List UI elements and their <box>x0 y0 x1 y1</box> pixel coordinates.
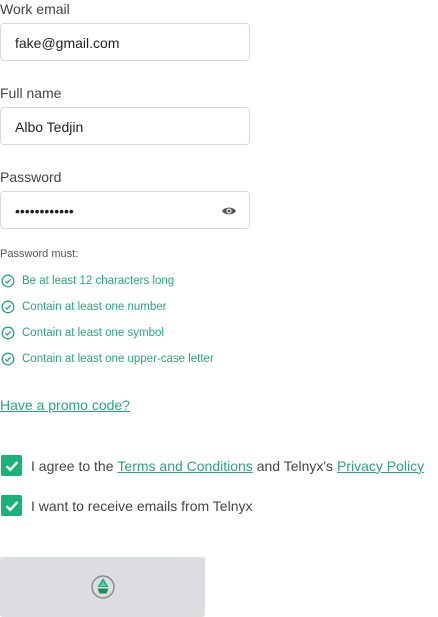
emails-checkbox[interactable] <box>1 495 22 516</box>
email-value: fake@gmail.com <box>15 35 120 51</box>
checkmark-icon <box>5 460 18 472</box>
password-rule: Be at least 12 characters long <box>0 273 174 289</box>
password-rule: Contain at least one symbol <box>0 325 164 341</box>
full-name-value: Albo Tedjin <box>15 119 84 135</box>
password-rule: Contain at least one number <box>0 299 166 315</box>
emails-optin-label: I want to receive emails from Telnyx <box>31 497 253 514</box>
password-value: •••••••••••• <box>15 203 74 219</box>
terms-agreement-row: I agree to the Terms and Conditions and … <box>1 455 424 476</box>
full-name-field[interactable]: Albo Tedjin <box>0 107 250 145</box>
email-label: Work email <box>0 1 70 17</box>
password-rule-text: Contain at least one upper-case letter <box>22 353 214 365</box>
check-circle-icon <box>1 352 15 366</box>
password-rule-text: Be at least 12 characters long <box>22 275 175 287</box>
terms-middle-text: and Telnyx's <box>252 457 337 474</box>
check-circle-icon <box>1 274 15 288</box>
full-name-label: Full name <box>0 85 62 101</box>
password-rule: Contain at least one upper-case letter <box>0 351 214 367</box>
password-rules-title: Password must: <box>0 248 79 260</box>
emails-optin-row: I want to receive emails from Telnyx <box>1 495 253 516</box>
email-field[interactable]: fake@gmail.com <box>0 23 250 61</box>
promo-code-link[interactable]: Have a promo code? <box>0 397 130 413</box>
check-circle-icon <box>1 326 15 340</box>
terms-and-conditions-link[interactable]: Terms and Conditions <box>117 458 252 474</box>
eye-icon[interactable] <box>221 204 237 218</box>
password-label: Password <box>0 169 62 185</box>
check-circle-icon <box>1 300 15 314</box>
password-rule-text: Contain at least one number <box>22 301 167 313</box>
terms-prefix-text: I agree to the <box>31 457 118 474</box>
terms-checkbox[interactable] <box>1 455 22 476</box>
checkmark-icon <box>5 500 18 512</box>
password-rule-text: Contain at least one symbol <box>22 327 164 339</box>
telnyx-loading-icon <box>90 575 115 599</box>
submit-button[interactable] <box>0 557 205 617</box>
privacy-policy-link[interactable]: Privacy Policy <box>337 458 424 474</box>
password-field[interactable]: •••••••••••• <box>0 191 250 229</box>
